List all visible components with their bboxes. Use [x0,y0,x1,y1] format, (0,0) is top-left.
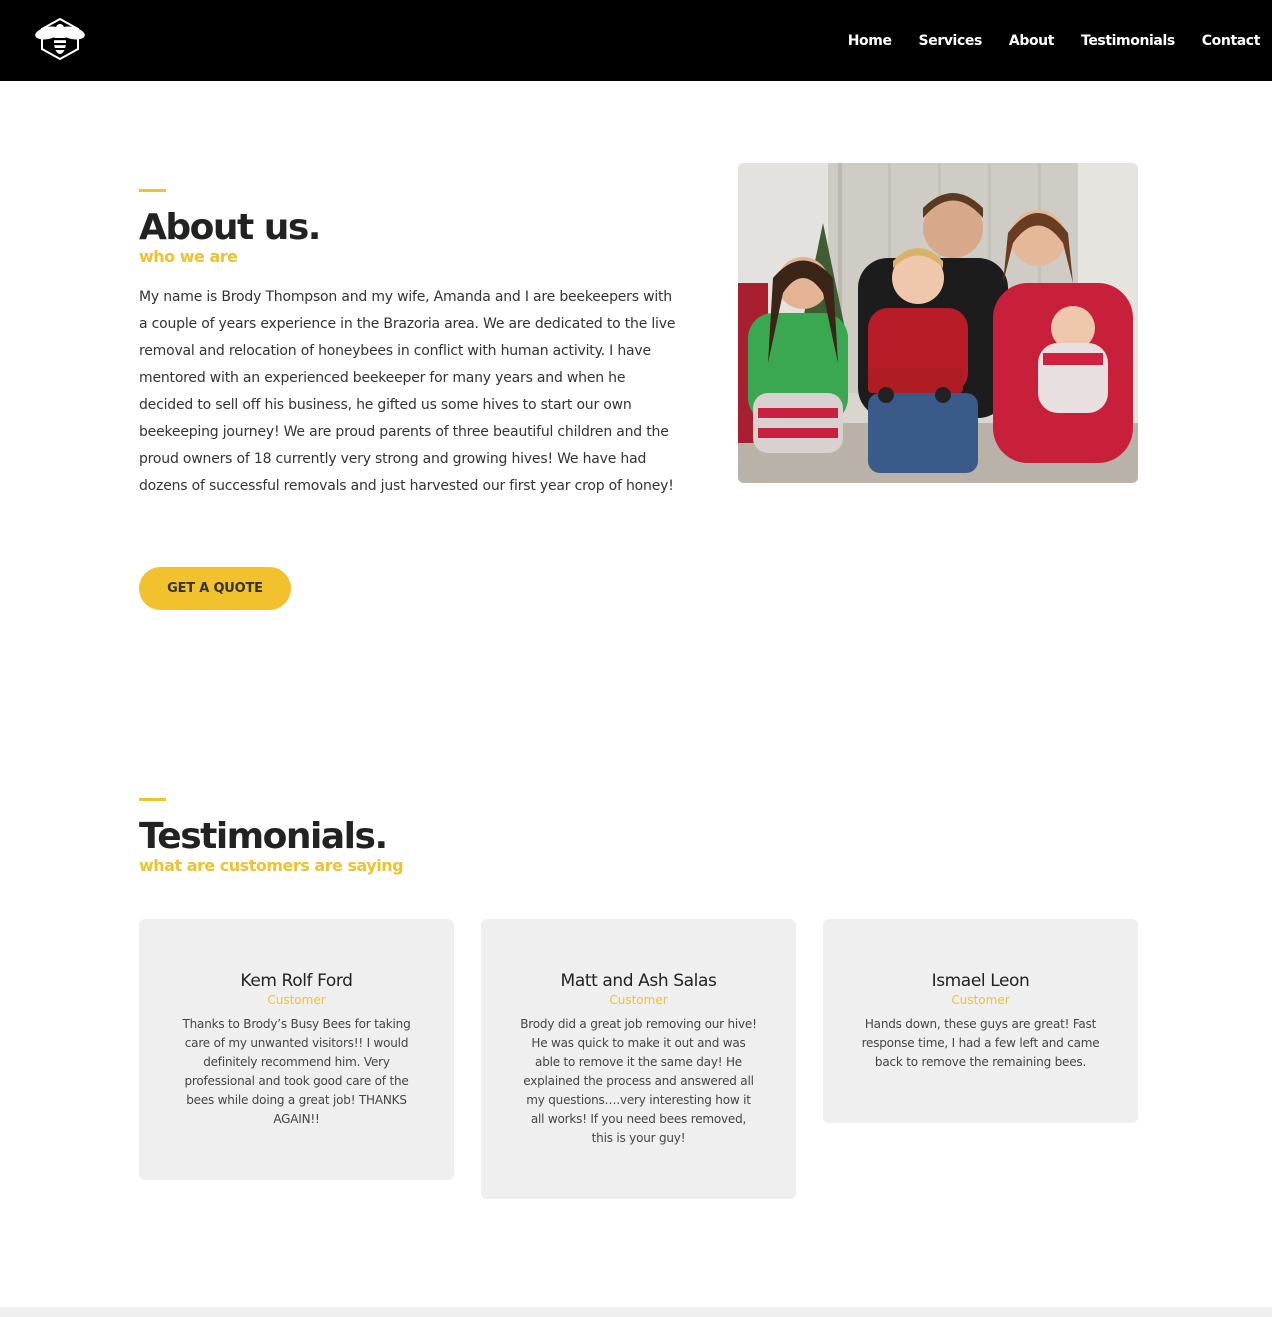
about-subtitle: who we are [139,247,238,266]
about-title: About us. [139,207,321,248]
nav-testimonials-link[interactable]: Testimonials [1081,33,1175,49]
testimonials-subtitle: what are customers are saying [139,856,404,875]
nav-home-link[interactable]: Home [848,33,892,49]
page: Home Services About Testimonials Contact… [0,0,1272,1317]
testimonials-title: Testimonials. [139,816,388,857]
about-body-text: My name is Brody Thompson and my wife, A… [139,289,676,494]
testimonial-role: Customer [267,993,326,1007]
family-photo [738,163,1138,483]
testimonial-text: Thanks to Brody’s Busy Bees for taking c… [182,1017,411,1126]
testimonial-card: Matt and Ash Salas Customer Brody did a … [481,919,796,1199]
site-header: Home Services About Testimonials Contact [0,0,1272,81]
testimonial-card: Kem Rolf Ford Customer Thanks to Brody’s… [139,919,454,1180]
main-nav: Home Services About Testimonials Contact [821,0,1261,81]
nav-services-link[interactable]: Services [919,33,983,49]
about-accent-bar [139,189,166,192]
testimonial-name: Matt and Ash Salas [560,971,717,991]
footer-strip [0,1307,1272,1317]
nav-about-link[interactable]: About [1009,33,1055,49]
testimonial-role: Customer [609,993,668,1007]
testimonial-card: Ismael Leon Customer Hands down, these g… [823,919,1138,1123]
get-a-quote-button[interactable]: GET A QUOTE [139,567,291,610]
testimonial-text: Brody did a great job removing our hive!… [520,1017,757,1145]
bee-logo-icon[interactable] [33,17,87,61]
testimonial-name: Ismael Leon [931,971,1030,991]
testimonial-name: Kem Rolf Ford [240,971,353,991]
testimonial-role: Customer [951,993,1010,1007]
testimonial-text: Hands down, these guys are great! Fast r… [861,1017,1100,1069]
nav-contact-link[interactable]: Contact [1202,33,1261,49]
testimonials-accent-bar [139,798,166,801]
